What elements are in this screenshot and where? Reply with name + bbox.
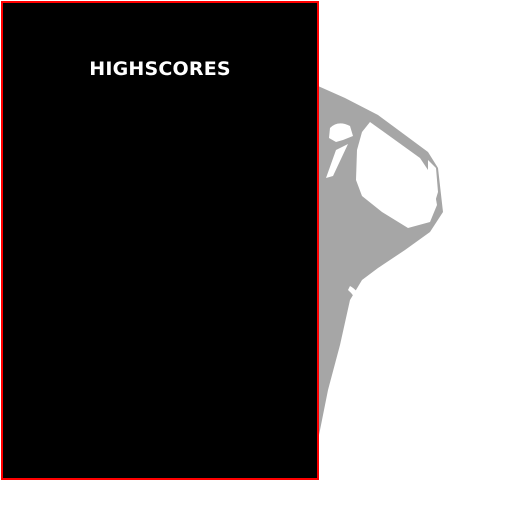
highscores-list xyxy=(3,103,317,463)
highscores-panel: HIGHSCORES xyxy=(1,1,319,480)
highscores-title: HIGHSCORES xyxy=(89,58,231,80)
game-screen: HIGHSCORES xyxy=(0,0,512,512)
